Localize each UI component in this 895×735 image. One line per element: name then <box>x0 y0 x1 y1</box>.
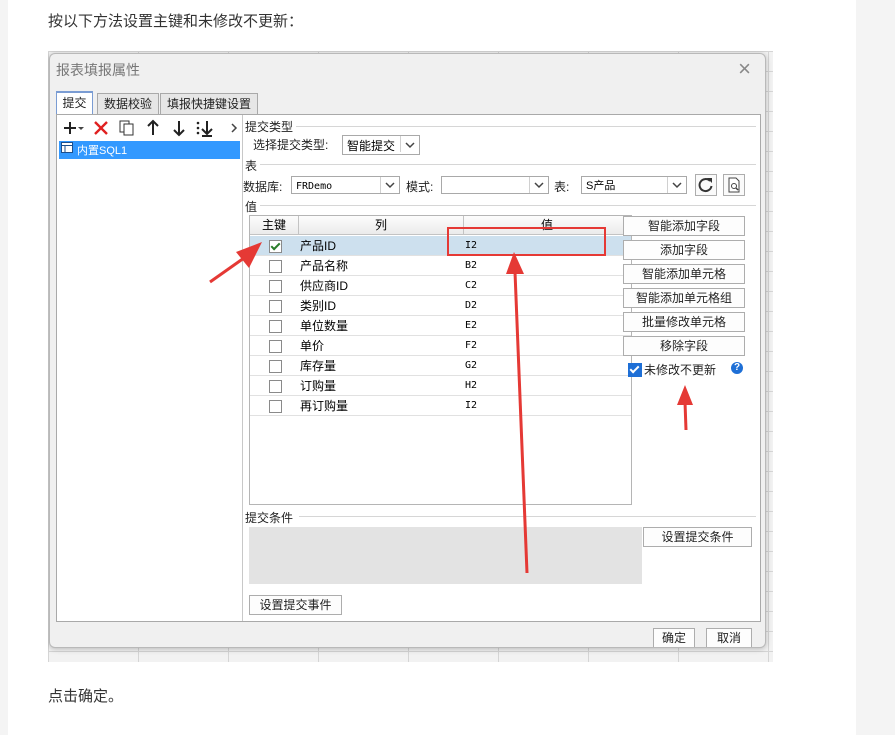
arrow-to-primary-key <box>209 242 262 284</box>
outro-paragraph: 点击确定。 <box>48 688 124 705</box>
arrow-to-value <box>506 252 529 574</box>
annotation-arrows <box>209 242 693 574</box>
arrow-to-no-update-checkbox <box>677 385 693 431</box>
